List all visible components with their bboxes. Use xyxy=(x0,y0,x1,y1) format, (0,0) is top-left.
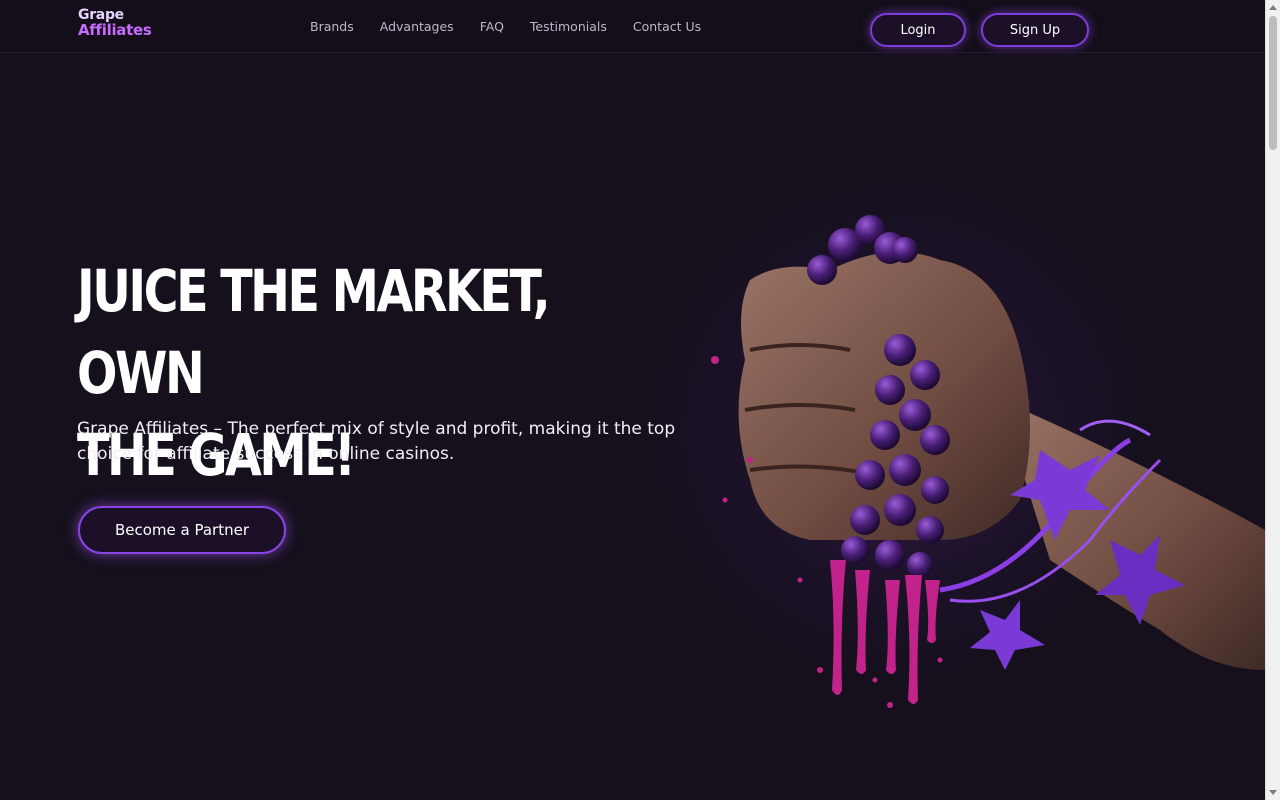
page-scrollbar[interactable] xyxy=(1265,0,1280,800)
nav-link-advantages[interactable]: Advantages xyxy=(380,19,454,34)
scrollbar-thumb[interactable] xyxy=(1269,16,1277,150)
main-nav: Brands Advantages FAQ Testimonials Conta… xyxy=(310,19,727,34)
hero-headline-line1: Juice the market, own xyxy=(77,257,551,407)
logo[interactable]: Grape Affiliates xyxy=(78,8,152,39)
scroll-down-arrow-icon[interactable] xyxy=(1269,790,1277,795)
nav-link-brands[interactable]: Brands xyxy=(310,19,354,34)
fist-squeezing-grapes-image xyxy=(711,215,1265,708)
login-button[interactable]: Login xyxy=(870,13,966,47)
signup-button[interactable]: Sign Up xyxy=(981,13,1089,47)
become-partner-button[interactable]: Become a Partner xyxy=(78,506,286,554)
scroll-up-arrow-icon[interactable] xyxy=(1269,5,1277,10)
nav-link-testimonials[interactable]: Testimonials xyxy=(530,19,607,34)
site-header: Grape Affiliates Brands Advantages FAQ T… xyxy=(0,0,1265,53)
nav-link-faq[interactable]: FAQ xyxy=(480,19,504,34)
hero-subtext: Grape Affiliates – The perfect mix of st… xyxy=(77,419,676,464)
nav-link-contact-us[interactable]: Contact Us xyxy=(633,19,701,34)
page: Grape Affiliates Brands Advantages FAQ T… xyxy=(0,0,1265,800)
logo-line2: Affiliates xyxy=(78,21,152,39)
